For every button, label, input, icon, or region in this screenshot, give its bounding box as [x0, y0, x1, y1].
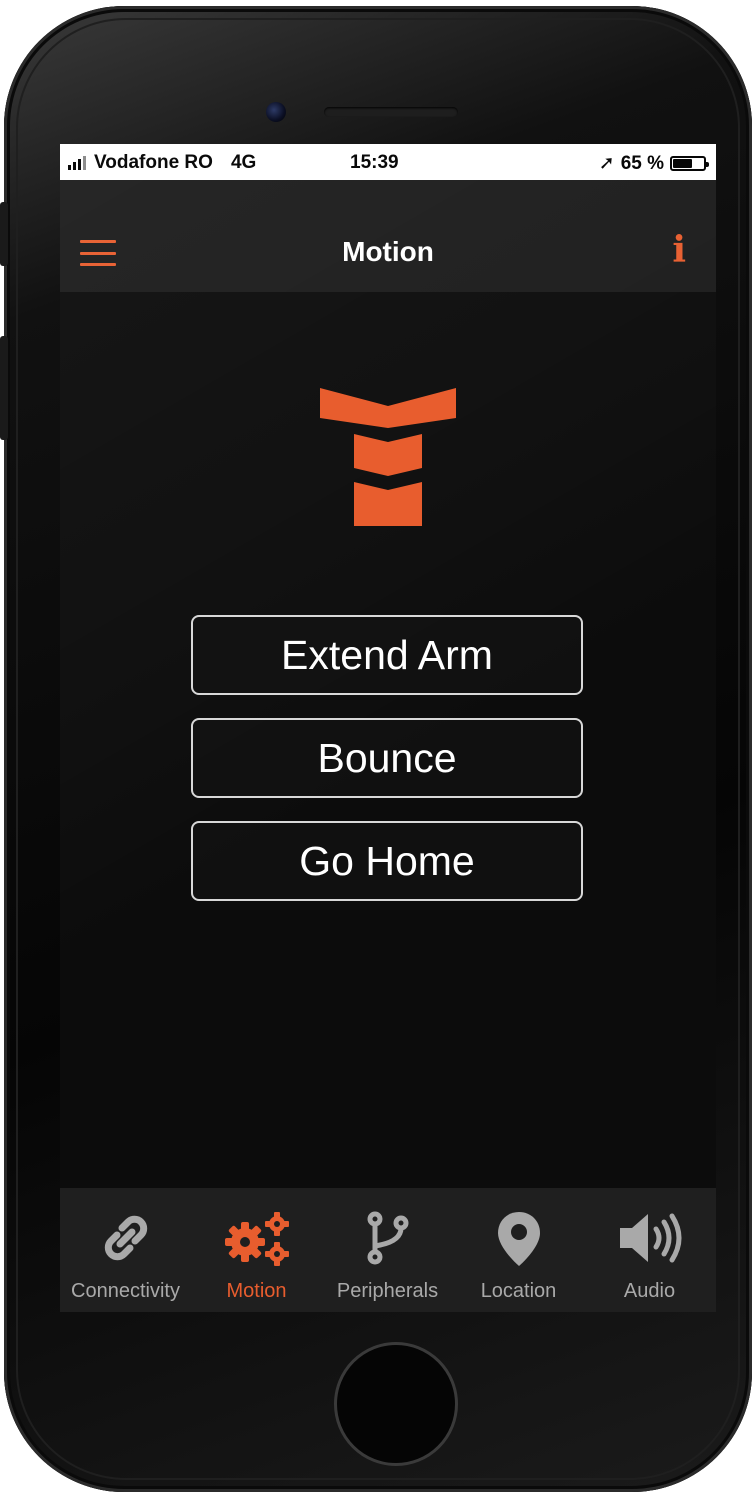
tab-label-location: Location: [480, 1280, 557, 1302]
tab-label-motion: Motion: [226, 1280, 287, 1302]
location-arrow-icon: ➚: [598, 153, 615, 174]
info-icon[interactable]: i: [672, 230, 686, 270]
earpiece-speaker: [324, 107, 458, 117]
brand-logo-icon: [320, 388, 456, 526]
extend-arm-button[interactable]: Extend Arm: [191, 615, 583, 695]
tab-motion[interactable]: Motion: [191, 1188, 322, 1312]
tab-audio[interactable]: Audio: [584, 1188, 715, 1312]
app-screen: Vodafone RO 4G 15:39 ➚ 65 % Motion i Ext…: [60, 144, 716, 1312]
mute-switch: [0, 202, 8, 266]
go-home-button[interactable]: Go Home: [191, 821, 583, 901]
tab-location[interactable]: Location: [453, 1188, 584, 1312]
tab-label-audio: Audio: [623, 1280, 676, 1302]
front-camera: [266, 102, 286, 122]
map-pin-icon: [497, 1212, 540, 1266]
battery-percent: 65 %: [620, 152, 664, 174]
tab-label-connectivity: Connectivity: [71, 1280, 180, 1302]
tab-connectivity[interactable]: Connectivity: [60, 1188, 191, 1312]
status-bar: Vodafone RO 4G 15:39 ➚ 65 %: [60, 144, 716, 180]
volume-up-button: [0, 336, 8, 440]
status-time: 15:39: [350, 152, 399, 173]
tab-peripherals[interactable]: Peripherals: [322, 1188, 453, 1312]
network-type: 4G: [230, 152, 257, 173]
speaker-icon: [619, 1213, 681, 1263]
battery-fill: [673, 159, 692, 168]
navigation-bar: Motion i: [60, 180, 716, 292]
battery-icon: [670, 156, 709, 171]
branch-icon: [367, 1211, 408, 1265]
tab-label-peripherals: Peripherals: [336, 1280, 439, 1302]
carrier-name: Vodafone RO: [94, 152, 213, 173]
signal-icon: [68, 156, 86, 170]
tab-bar: Connectivity Motion Peripherals Location…: [60, 1188, 716, 1312]
bounce-button[interactable]: Bounce: [191, 718, 583, 798]
link-icon: [104, 1215, 147, 1261]
home-button[interactable]: [334, 1342, 458, 1466]
gears-icon: [224, 1212, 289, 1266]
status-right: ➚ 65 %: [598, 152, 709, 175]
page-title: Motion: [342, 236, 434, 267]
status-left: Vodafone RO 4G: [68, 152, 256, 174]
